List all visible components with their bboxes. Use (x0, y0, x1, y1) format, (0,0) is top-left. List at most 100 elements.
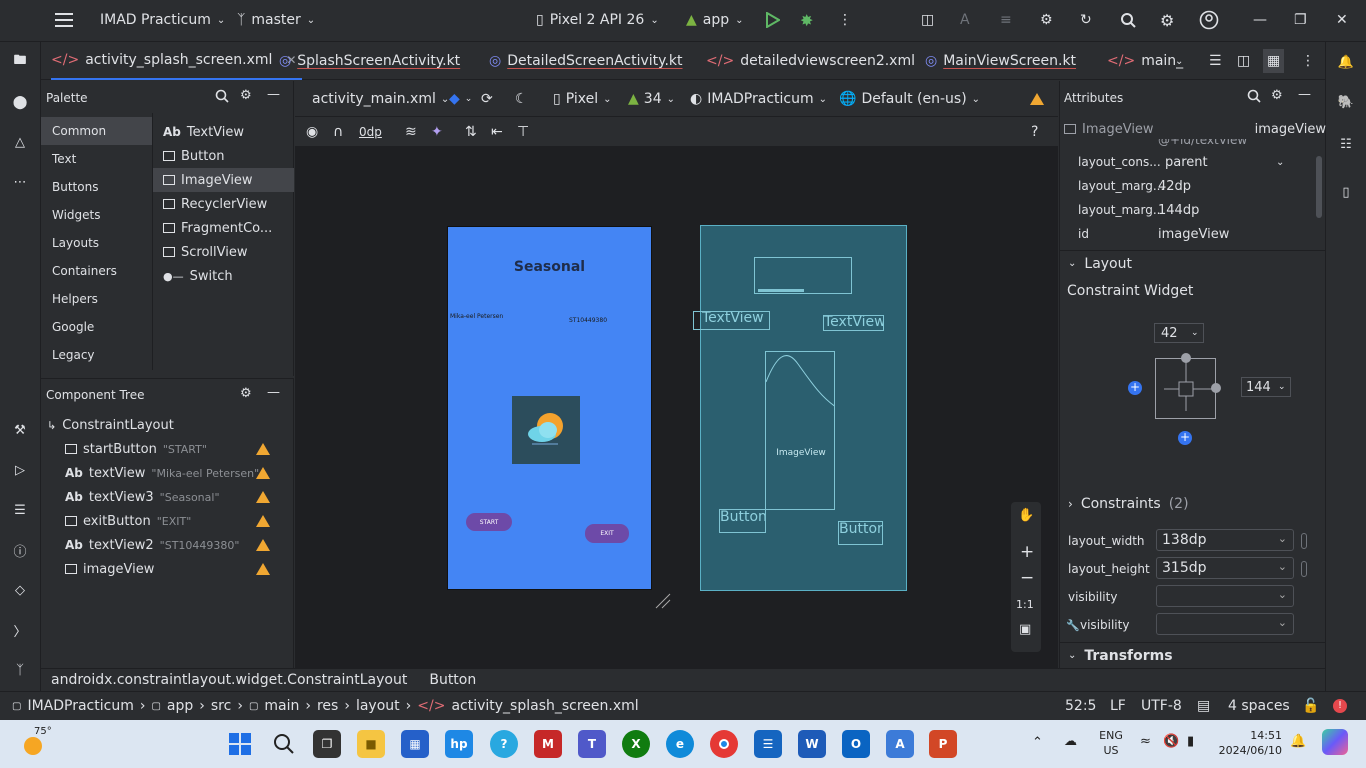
warning-icon[interactable] (256, 563, 270, 575)
blueprint-imageview[interactable]: ImageView (765, 351, 835, 510)
tab-splash-screen-activity[interactable]: ◎ SplashScreenActivity.kt (279, 42, 460, 80)
android-studio-button[interactable]: A (886, 730, 914, 758)
palette-category-legacy[interactable]: Legacy (41, 341, 152, 369)
default-margin-button[interactable]: 0dp (359, 117, 382, 147)
account-button[interactable] (1199, 0, 1219, 40)
tab-main[interactable]: </> main_ (1107, 42, 1183, 80)
notifications-button[interactable]: 🔔 (1334, 50, 1358, 74)
visibility-field[interactable]: ⌄ (1156, 585, 1294, 607)
project-selector[interactable]: IMAD Practicum ⌄ (100, 0, 225, 40)
margin-top-field[interactable]: 42 ⌄ (1154, 323, 1204, 343)
constraints-section-header[interactable]: › Constraints (2) (1068, 496, 1189, 512)
palette-item-button[interactable]: Button (153, 144, 294, 168)
tools-visibility-field[interactable]: ⌄ (1156, 613, 1294, 635)
layout-width-field[interactable]: 138dp ⌄ (1156, 529, 1294, 551)
infer-constraints-button[interactable]: ✦ (431, 117, 443, 147)
word-button[interactable]: W (798, 730, 826, 758)
logcat-button[interactable]: ☰ (8, 498, 32, 522)
layout-section-header[interactable]: ⌄ Layout (1060, 250, 1326, 276)
attr-row-constraint[interactable]: layout_cons... parent ⌄ (1060, 150, 1326, 174)
settings-button[interactable]: ⚙ (1160, 0, 1174, 40)
path-layout[interactable]: layout (356, 698, 400, 714)
tab-detailed-screen-activity[interactable]: ◎ DetailedScreenActivity.kt (489, 42, 683, 80)
onedrive-button[interactable]: ☁ (1064, 734, 1077, 749)
end-constraint-handle[interactable] (1211, 383, 1221, 393)
preview-weather-image[interactable] (512, 396, 580, 464)
device-file-button[interactable]: ☷ (1334, 132, 1358, 156)
path-project[interactable]: IMADPracticum (27, 698, 133, 714)
close-window-button[interactable]: ✕ (1336, 0, 1348, 40)
read-only-toggle[interactable]: ▤ (1197, 692, 1210, 720)
warning-icon[interactable] (256, 467, 270, 479)
attr-row-margin-end[interactable]: layout_marg... 144dp (1060, 198, 1326, 222)
preview-exit-button[interactable]: EXIT (585, 524, 629, 543)
blueprint-start-button[interactable]: Button (719, 509, 766, 533)
attr-row-margin-top[interactable]: layout_marg... 42dp (1060, 174, 1326, 198)
breadcrumb-item[interactable]: androidx.constraintlayout.widget.Constra… (51, 672, 407, 688)
preview-start-button[interactable]: START (466, 513, 512, 531)
preview-name-text[interactable]: Mika-eel Petersen (450, 313, 503, 320)
tree-row-root[interactable]: ↳ ConstraintLayout (41, 413, 294, 437)
xbox-button[interactable]: X (622, 730, 650, 758)
tab-activity-splash-screen[interactable]: </> activity_splash_screen.xml ✕ (51, 42, 303, 80)
add-bottom-constraint-button[interactable]: + (1178, 431, 1192, 445)
project-tool-button[interactable]: 🖿 (8, 50, 32, 74)
branch-selector[interactable]: ᛉ master ⌄ (237, 0, 315, 40)
code-view-button[interactable]: ☰ (1209, 42, 1222, 80)
palette-item-textview[interactable]: Ab TextView (153, 120, 294, 144)
breadcrumb-item[interactable]: Button (429, 672, 476, 688)
zoom-actual-size-button[interactable]: 1:1 (1016, 598, 1034, 611)
transforms-section-header[interactable]: ⌄ Transforms (1060, 642, 1326, 668)
device-selector[interactable]: ▯ Pixel 2 API 26 ⌄ (536, 0, 659, 40)
attributes-scrollbar[interactable] (1316, 156, 1322, 218)
palette-category-containers[interactable]: Containers (41, 257, 152, 285)
tab-main-view-screen[interactable]: ◎ MainViewScreen.kt (925, 42, 1076, 80)
align-button[interactable]: ⇤ (491, 117, 503, 147)
tab-list-button[interactable]: ⌄ (1175, 42, 1183, 80)
problems-button[interactable]: ⓘ (8, 538, 32, 562)
tree-row-imageview[interactable]: imageView (41, 557, 294, 581)
path-file[interactable]: activity_splash_screen.xml (451, 698, 638, 714)
resize-handle[interactable] (655, 593, 671, 609)
volume-status[interactable]: 🔇 (1163, 734, 1179, 749)
version-control-button[interactable]: ᛉ (8, 658, 32, 682)
layout-height-toggle[interactable] (1301, 561, 1307, 577)
task-view-button[interactable]: ❐ (313, 730, 341, 758)
powerpoint-button[interactable]: P (929, 730, 957, 758)
tab-detailedviewscreen2[interactable]: </> detailedviewscreen2.xml (706, 42, 915, 80)
tree-row-textview[interactable]: Ab textView "Mika-eel Petersen" (41, 461, 294, 485)
pan-button[interactable]: ✋ (1018, 508, 1034, 523)
start-button[interactable] (226, 730, 254, 758)
file-explorer-button[interactable]: ■ (357, 730, 385, 758)
device-preview-selector[interactable]: ▯ Pixel ⌄ (553, 81, 612, 117)
edge-button[interactable]: e (666, 730, 694, 758)
tree-row-exit-button[interactable]: exitButton "EXIT" (41, 509, 294, 533)
palette-category-common[interactable]: Common (41, 117, 152, 145)
gradle-sync-button[interactable]: ↻ (1080, 0, 1092, 40)
palette-item-imageview[interactable]: ImageView (153, 168, 294, 192)
palette-category-google[interactable]: Google (41, 313, 152, 341)
palette-category-text[interactable]: Text (41, 145, 152, 173)
more-actions-button[interactable]: ⋮ (838, 0, 852, 40)
design-preview[interactable]: Seasonal Mika-eel Petersen ST10449380 ST… (447, 226, 652, 590)
margin-end-field[interactable]: 144 ⌄ (1241, 377, 1291, 397)
chevron-down-icon[interactable]: ⌄ (1276, 157, 1284, 168)
palette-hide-button[interactable]: — (267, 87, 280, 102)
indent-settings[interactable]: 4 spaces (1228, 692, 1290, 720)
search-taskbar-button[interactable] (270, 730, 298, 758)
debug-button[interactable]: ✸ (800, 0, 813, 40)
copilot-button[interactable] (1322, 729, 1348, 755)
orientation-button[interactable]: ⟳ (481, 81, 493, 117)
layout-height-field[interactable]: 315dp ⌄ (1156, 557, 1294, 579)
more-tools-button[interactable]: ⋯ (8, 170, 32, 194)
clear-constraints-button[interactable]: ≋ (405, 117, 417, 147)
design-canvas[interactable]: Seasonal Mika-eel Petersen ST10449380 ST… (295, 148, 1058, 668)
theme-selector[interactable]: ◐ IMADPracticum ⌄ (690, 81, 827, 117)
night-mode-button[interactable]: ☾ (515, 81, 528, 117)
path-res[interactable]: res (317, 698, 338, 714)
notifications-tray-button[interactable]: 🔔 (1290, 734, 1306, 749)
running-devices-button[interactable]: ▯ (1334, 180, 1358, 204)
warning-icon[interactable] (256, 443, 270, 455)
gradle-button[interactable]: 🐘 (1334, 90, 1358, 114)
terminal-button[interactable]: 〉 (8, 618, 32, 642)
